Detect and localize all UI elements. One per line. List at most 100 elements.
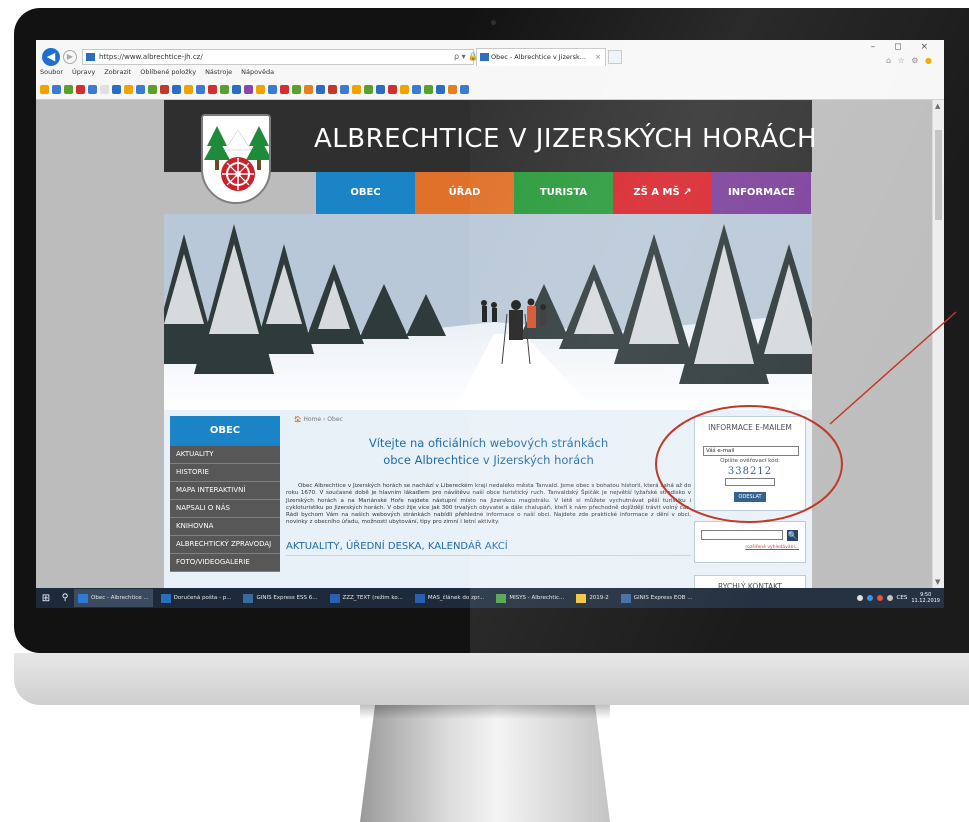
favorite-icon[interactable] <box>112 84 121 94</box>
favorite-icon[interactable] <box>220 84 229 94</box>
tray-network-icon[interactable] <box>886 595 893 601</box>
favorite-icon[interactable] <box>136 84 145 94</box>
monitor-photo: ◀ ▶ https://www.albrechtice-jh.cz/ ρ ▾ 🔒… <box>0 0 969 822</box>
welcome-line-1: Vítejte na oficiálních webových stránkác… <box>368 436 609 450</box>
favorite-icon[interactable] <box>184 84 193 94</box>
welcome-heading: Vítejte na oficiálních webových stránkác… <box>286 435 691 469</box>
browser-tab[interactable]: Obec - Albrechtice v Jizersk... × <box>476 48 606 66</box>
sidebar-item-napsali[interactable]: NAPSALI O NÁS <box>170 500 280 518</box>
sidebar-head[interactable]: OBEC <box>170 416 280 446</box>
menu-zs-ms[interactable]: ZŠ A MŠ ↗ <box>613 172 712 214</box>
favorite-icon[interactable] <box>40 84 49 94</box>
menu-napoveda[interactable]: Nápověda <box>241 68 274 80</box>
favorite-icon[interactable] <box>376 84 385 94</box>
taskbar-search-icon[interactable]: ⚲ <box>56 593 74 603</box>
crest-logo[interactable] <box>201 114 271 204</box>
clock[interactable]: 9:50 11.12.2019 <box>911 592 940 605</box>
favorite-icon[interactable] <box>328 84 337 94</box>
favorite-icon[interactable] <box>208 84 217 94</box>
breadcrumb[interactable]: 🏠 Home › Obec <box>294 416 691 423</box>
news-section-title[interactable]: AKTUALITY, ÚŘEDNÍ DESKA, KALENDÁŘ AKCÍ <box>286 541 691 556</box>
menu-nastroje[interactable]: Nástroje <box>205 68 232 80</box>
send-button[interactable]: ODESLAT <box>734 492 766 502</box>
favorite-icon[interactable] <box>448 84 457 94</box>
favorite-icon[interactable] <box>232 84 241 94</box>
captcha-input[interactable] <box>725 478 775 486</box>
windows-start-icon[interactable]: ⊞ <box>36 593 56 604</box>
taskbar-item[interactable]: Doručená pošta - p... <box>157 589 236 607</box>
favorite-icon[interactable] <box>52 84 61 94</box>
scroll-down-icon[interactable]: ▼ <box>935 578 940 586</box>
favorite-icon[interactable] <box>268 84 277 94</box>
tray-language[interactable]: CES <box>897 595 908 601</box>
tray-mail-icon[interactable] <box>876 595 883 601</box>
taskbar-item[interactable]: GINIS Express ESS 6... <box>239 589 321 607</box>
smiley-icon[interactable]: ● <box>925 56 934 65</box>
toolbar-icons[interactable]: ⌂ ☆ ⚙ ● <box>886 56 934 65</box>
favorite-icon[interactable] <box>76 84 85 94</box>
back-icon[interactable]: ◀ <box>42 48 60 66</box>
taskbar-item[interactable]: GINIS Express EOB ... <box>617 589 697 607</box>
sidebar-item-galerie[interactable]: FOTO/VIDEOGALERIE <box>170 554 280 572</box>
scroll-up-icon[interactable]: ▲ <box>935 102 940 110</box>
quick-contact-header[interactable]: RYCHLÝ KONTAKT <box>694 575 806 588</box>
favorite-icon[interactable] <box>436 84 445 94</box>
favorite-icon[interactable] <box>400 84 409 94</box>
favorite-icon[interactable] <box>280 84 289 94</box>
favorite-icon[interactable] <box>460 84 469 94</box>
favorite-icon[interactable] <box>292 84 301 94</box>
favorite-icon[interactable] <box>172 84 181 94</box>
favorite-icon[interactable] <box>352 84 361 94</box>
advanced-search-link[interactable]: rozšířené vyhledávání... <box>701 545 799 550</box>
favorite-icon[interactable] <box>412 84 421 94</box>
sidebar-item-knihovna[interactable]: KNIHOVNA <box>170 518 280 536</box>
taskbar-item[interactable]: MAS_článek do zpr... <box>411 589 488 607</box>
sidebar-item-mapa[interactable]: MAPA INTERAKTIVNÍ <box>170 482 280 500</box>
favorite-icon[interactable] <box>64 84 73 94</box>
email-input[interactable]: Váš e-mail <box>703 446 799 456</box>
favorite-icon[interactable] <box>88 84 97 94</box>
favorite-icon[interactable] <box>100 84 109 94</box>
favorite-icon[interactable] <box>388 84 397 94</box>
page-scrollbar[interactable]: ▲ ▼ <box>932 100 944 588</box>
forward-icon[interactable]: ▶ <box>63 50 77 64</box>
sidebar-item-aktuality[interactable]: AKTUALITY <box>170 446 280 464</box>
favorite-icon[interactable] <box>160 84 169 94</box>
window-controls[interactable]: – ◻ × <box>871 42 936 52</box>
menu-turista[interactable]: TURISTA <box>514 172 613 214</box>
sidebar-item-zpravodaj[interactable]: ALBRECHTICKÝ ZPRAVODAJ <box>170 536 280 554</box>
search-icon[interactable]: 🔍 <box>787 530 798 541</box>
taskbar-item[interactable]: 2019-2 <box>572 589 612 607</box>
menu-obec[interactable]: OBEC <box>316 172 415 214</box>
favorite-icon[interactable] <box>304 84 313 94</box>
tray-user-icon[interactable] <box>856 595 863 601</box>
address-bar[interactable]: https://www.albrechtice-jh.cz/ <box>82 49 474 65</box>
tab-close-icon[interactable]: × <box>595 49 601 65</box>
favorite-icon[interactable] <box>148 84 157 94</box>
favorite-icon[interactable] <box>124 84 133 94</box>
favorite-icon[interactable] <box>196 84 205 94</box>
favorite-icon[interactable] <box>364 84 373 94</box>
taskbar-item[interactable]: MISYS - Albrechtic... <box>492 589 568 607</box>
site-title[interactable]: ALBRECHTICE V JIZERSKÝCH HORÁCH <box>314 124 817 154</box>
menu-urad[interactable]: ÚŘAD <box>415 172 514 214</box>
sidebar-item-historie[interactable]: HISTORIE <box>170 464 280 482</box>
menu-oblibene[interactable]: Oblíbené položky <box>140 68 196 80</box>
new-tab-button[interactable] <box>608 50 622 64</box>
address-text: https://www.albrechtice-jh.cz/ <box>99 53 203 61</box>
menu-informace[interactable]: INFORMACE <box>712 172 811 214</box>
favorite-icon[interactable] <box>244 84 253 94</box>
browser-menubar: Soubor Úpravy Zobrazit Oblíbené položky … <box>40 68 274 80</box>
menu-zobrazit[interactable]: Zobrazit <box>104 68 131 80</box>
tray-app-icon[interactable] <box>866 595 873 601</box>
taskbar-item[interactable]: Obec - Albrechtice ... <box>74 589 153 607</box>
favorite-icon[interactable] <box>316 84 325 94</box>
menu-upravy[interactable]: Úpravy <box>72 68 95 80</box>
favorite-icon[interactable] <box>340 84 349 94</box>
favorite-icon[interactable] <box>424 84 433 94</box>
taskbar-item[interactable]: ZZZ_TEXT (režim ko... <box>326 589 407 607</box>
search-input[interactable] <box>701 530 783 540</box>
menu-soubor[interactable]: Soubor <box>40 68 63 80</box>
scroll-thumb[interactable] <box>935 130 942 220</box>
favorite-icon[interactable] <box>256 84 265 94</box>
